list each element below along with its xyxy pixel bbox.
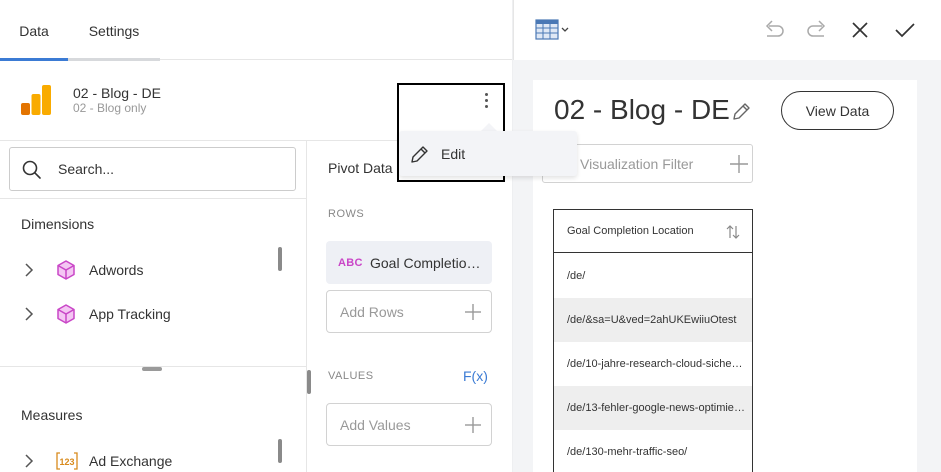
view-data-button[interactable]: View Data [781,91,894,130]
numeric-123-icon: 123 [56,452,78,470]
dimension-label: Adwords [89,262,144,278]
add-values-label: Add Values [340,417,411,433]
table-cell: /de/&sa=U&ved=2ahUKEwiiuOtest [567,314,737,326]
data-source-subtitle: 02 - Blog only [73,101,147,115]
rows-label: ROWS [328,208,365,220]
measure-item-ad-exchange[interactable]: 123 Ad Exchange [0,441,290,472]
popup-arrow [481,123,497,131]
pivot-scrollbar[interactable] [307,370,311,394]
pencil-icon[interactable] [730,101,752,123]
visualization-filter-label: Visualization Filter [580,156,694,172]
add-rows-drop-zone[interactable]: Add Rows [326,290,492,333]
redo-icon[interactable] [806,18,828,40]
chevron-right-icon [25,307,34,321]
dimensions-scrollbar[interactable] [278,247,282,271]
values-label: VALUES [328,370,374,382]
plus-icon [465,417,481,433]
visualization-title[interactable]: 02 - Blog - DE [554,94,730,126]
pivot-grid: Goal Completion Location /de/ /de/&sa=U&… [553,209,753,472]
text-type-badge: ABC [338,257,363,269]
grid-header-label: Goal Completion Location [567,225,694,237]
table-row[interactable]: /de/130-mehr-traffic-seo/ [554,430,752,472]
search-icon [22,160,41,179]
cube-icon [57,304,75,324]
row-field-pill[interactable]: ABC Goal Completion Location [326,241,492,284]
checkmark-icon[interactable] [894,21,916,39]
pivot-panel: Pivot Data ROWS ABC Goal Completion Loca… [307,141,512,472]
table-cell: /de/13-fehler-google-news-optimierung/ [567,402,745,414]
tab-bar: Data Settings [0,0,512,61]
tab-settings[interactable]: Settings [68,0,160,61]
search-input[interactable] [58,158,278,180]
sort-icon[interactable] [726,224,740,240]
svg-text:123: 123 [59,457,74,467]
visualization-card: 02 - Blog - DE View Data Visualization F… [533,80,917,472]
plus-icon [730,155,748,173]
dimensions-section: Dimensions Adwords App Tracking [0,198,306,366]
row-field-label: Goal Completion Location [370,255,488,271]
grid-column-header[interactable]: Goal Completion Location [554,210,752,253]
data-panel: Data Settings 02 - Blog - DE 02 - Blog o… [0,0,512,472]
visualization-toolbar [513,0,941,60]
pencil-icon [411,146,428,163]
add-rows-label: Add Rows [340,304,404,320]
cube-icon [57,260,75,280]
table-cell: /de/ [567,270,586,282]
add-values-drop-zone[interactable]: Add Values [326,403,492,446]
dimension-item-app-tracking[interactable]: App Tracking [0,294,290,334]
chevron-right-icon [25,454,34,468]
measures-section: Measures 123 Ad Exchange [0,366,306,472]
table-row[interactable]: /de/13-fehler-google-news-optimierung/ [554,386,752,430]
data-source-title: 02 - Blog - DE [73,85,161,101]
table-row[interactable]: /de/ [554,254,752,298]
measure-label: Ad Exchange [89,453,173,469]
tab-data[interactable]: Data [0,0,68,61]
pivot-title: Pivot Data [328,160,393,176]
undo-icon[interactable] [763,18,785,40]
table-row[interactable]: /de/&sa=U&ved=2ahUKEwiiuOtest [554,298,752,342]
plus-icon [465,304,481,320]
grid-visualization-picker-icon[interactable] [535,18,571,42]
fields-list: Dimensions Adwords App Tracking [0,141,307,472]
edit-menu-item[interactable]: Edit [399,131,577,176]
measures-title: Measures [21,407,83,423]
google-analytics-icon [21,85,51,115]
dimension-item-adwords[interactable]: Adwords [0,250,290,290]
search-box [9,147,296,191]
chevron-right-icon [25,263,34,277]
measures-scrollbar[interactable] [278,439,282,463]
table-row[interactable]: /de/10-jahre-research-cloud-sicherheit/ [554,342,752,386]
close-icon[interactable] [851,21,869,39]
table-cell: /de/10-jahre-research-cloud-sicherheit/ [567,358,745,370]
formula-button[interactable]: F(x) [463,368,488,384]
visualization-canvas: 02 - Blog - DE View Data Visualization F… [513,60,941,472]
table-cell: /de/130-mehr-traffic-seo/ [567,446,688,458]
dimension-label: App Tracking [89,306,171,322]
edit-label: Edit [441,146,466,162]
dimensions-title: Dimensions [21,216,95,232]
